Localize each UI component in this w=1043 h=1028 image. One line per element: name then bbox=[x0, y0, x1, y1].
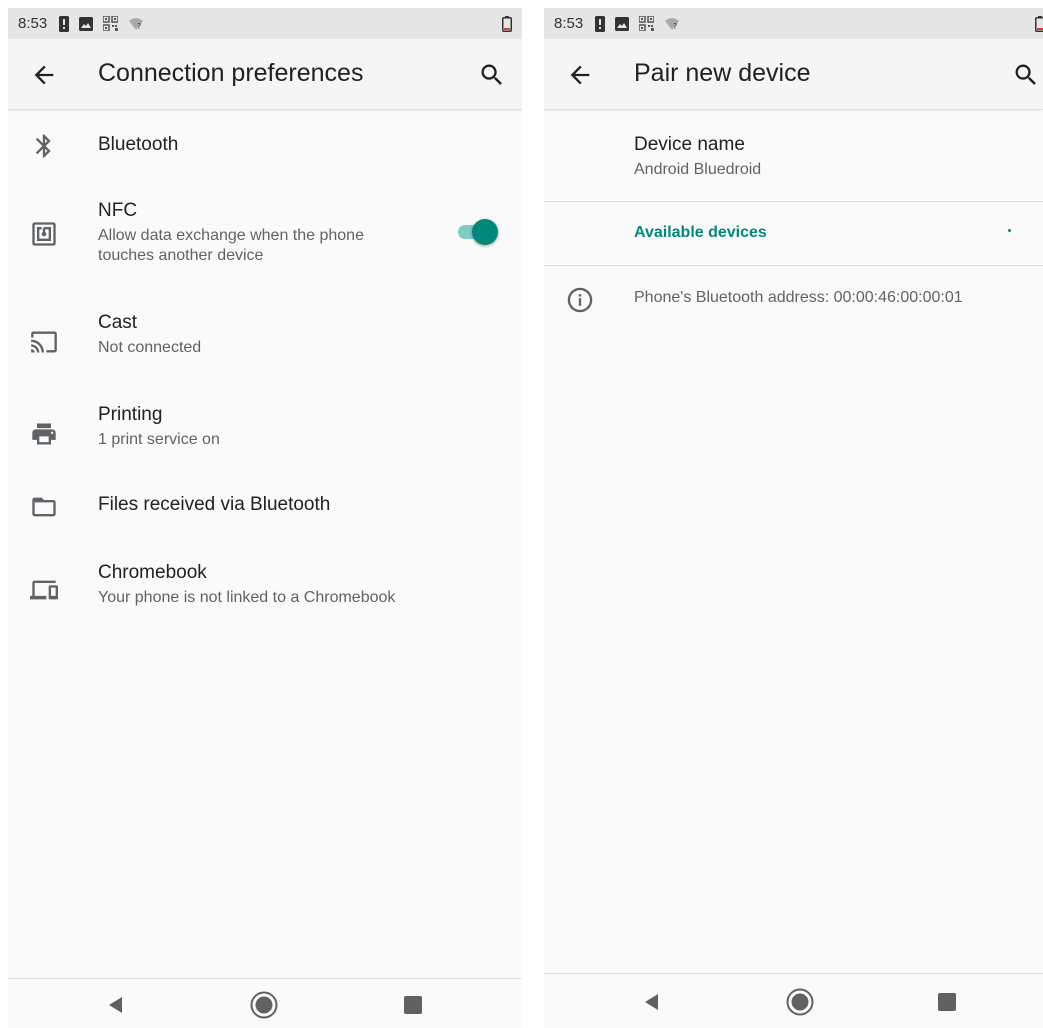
wifi-question-icon: ? bbox=[665, 17, 680, 31]
status-bar: 8:53 ? bbox=[8, 8, 522, 39]
navigation-bar bbox=[8, 978, 522, 1028]
pref-title-nfc: NFC bbox=[98, 200, 138, 221]
battery-icon bbox=[502, 16, 512, 32]
pref-summary-cast: Not connected bbox=[98, 339, 202, 356]
pref-nfc[interactable]: NFC Allow data exchange when the phone t… bbox=[8, 182, 522, 288]
pref-device-name[interactable]: Device name Android Bluedroid bbox=[544, 110, 1043, 202]
image-icon bbox=[615, 16, 630, 31]
sim-alert-icon bbox=[59, 15, 70, 32]
devices-icon bbox=[30, 580, 58, 600]
nav-home-icon[interactable] bbox=[250, 991, 278, 1019]
bluetooth-icon bbox=[35, 134, 51, 158]
nfc-toggle[interactable] bbox=[456, 218, 498, 245]
pref-chromebook[interactable]: Chromebook Your phone is not linked to a… bbox=[8, 544, 522, 636]
arrow-back-icon[interactable] bbox=[566, 61, 594, 89]
pref-printing[interactable]: Printing 1 print service on bbox=[8, 380, 522, 470]
battery-icon bbox=[1035, 16, 1043, 32]
pref-title-cast: Cast bbox=[98, 312, 138, 333]
nav-back-icon[interactable] bbox=[638, 988, 666, 1016]
bluetooth-address-text: Phone's Bluetooth address: 00:00:46:00:0… bbox=[634, 289, 963, 306]
pref-title-printing: Printing bbox=[98, 404, 163, 425]
status-time: 8:53 bbox=[554, 15, 584, 32]
pref-cast[interactable]: Cast Not connected bbox=[8, 288, 522, 380]
pref-summary-nfc-line2: touches another device bbox=[98, 247, 264, 264]
svg-text:?: ? bbox=[137, 22, 141, 31]
bluetooth-address-info: Phone's Bluetooth address: 00:00:46:00:0… bbox=[544, 266, 1043, 336]
folder-icon bbox=[32, 497, 56, 517]
device-name-value: Android Bluedroid bbox=[634, 161, 762, 178]
cast-icon bbox=[31, 331, 57, 353]
pref-title-bluetooth: Bluetooth bbox=[98, 134, 179, 155]
app-bar: Connection preferences bbox=[8, 39, 522, 110]
nav-recents-icon[interactable] bbox=[933, 988, 961, 1016]
device-name-title: Device name bbox=[634, 134, 745, 155]
pref-bluetooth[interactable]: Bluetooth bbox=[8, 110, 522, 182]
status-time: 8:53 bbox=[18, 15, 48, 32]
printer-icon bbox=[32, 423, 56, 445]
nav-home-icon[interactable] bbox=[786, 988, 814, 1016]
pref-files-received[interactable]: Files received via Bluetooth bbox=[8, 470, 522, 544]
divider bbox=[544, 201, 1043, 202]
nfc-icon bbox=[32, 222, 56, 246]
scanning-progress-indicator bbox=[1008, 229, 1011, 232]
connection-preferences-screen: 8:53 ? Connection preferences Bluetooth … bbox=[8, 8, 522, 1028]
pair-new-device-screen: 8:53 ? Pair new device Device name Andro… bbox=[544, 8, 1043, 1028]
wifi-question-icon: ? bbox=[129, 17, 144, 31]
status-bar: 8:53 ? bbox=[544, 8, 1043, 39]
nav-recents-icon[interactable] bbox=[399, 991, 427, 1019]
info-icon bbox=[567, 287, 593, 313]
pref-title-chromebook: Chromebook bbox=[98, 562, 207, 583]
arrow-back-icon[interactable] bbox=[30, 61, 58, 89]
sim-alert-icon bbox=[595, 15, 606, 32]
page-title: Connection preferences bbox=[98, 59, 364, 87]
app-bar: Pair new device bbox=[544, 39, 1043, 110]
search-icon[interactable] bbox=[1012, 61, 1040, 89]
pref-title-files: Files received via Bluetooth bbox=[98, 494, 331, 515]
search-icon[interactable] bbox=[478, 61, 506, 89]
navigation-bar bbox=[544, 973, 1043, 1028]
qr-code-icon bbox=[103, 16, 119, 31]
svg-text:?: ? bbox=[673, 22, 677, 31]
toggle-thumb bbox=[472, 219, 498, 245]
pref-summary-printing: 1 print service on bbox=[98, 431, 220, 448]
nav-back-icon[interactable] bbox=[102, 991, 130, 1019]
pref-summary-nfc-line1: Allow data exchange when the phone bbox=[98, 227, 364, 244]
qr-code-icon bbox=[639, 16, 655, 31]
available-devices-header: Available devices bbox=[634, 224, 767, 241]
image-icon bbox=[79, 16, 94, 31]
page-title: Pair new device bbox=[634, 59, 811, 87]
pref-summary-chromebook: Your phone is not linked to a Chromebook bbox=[98, 589, 396, 606]
